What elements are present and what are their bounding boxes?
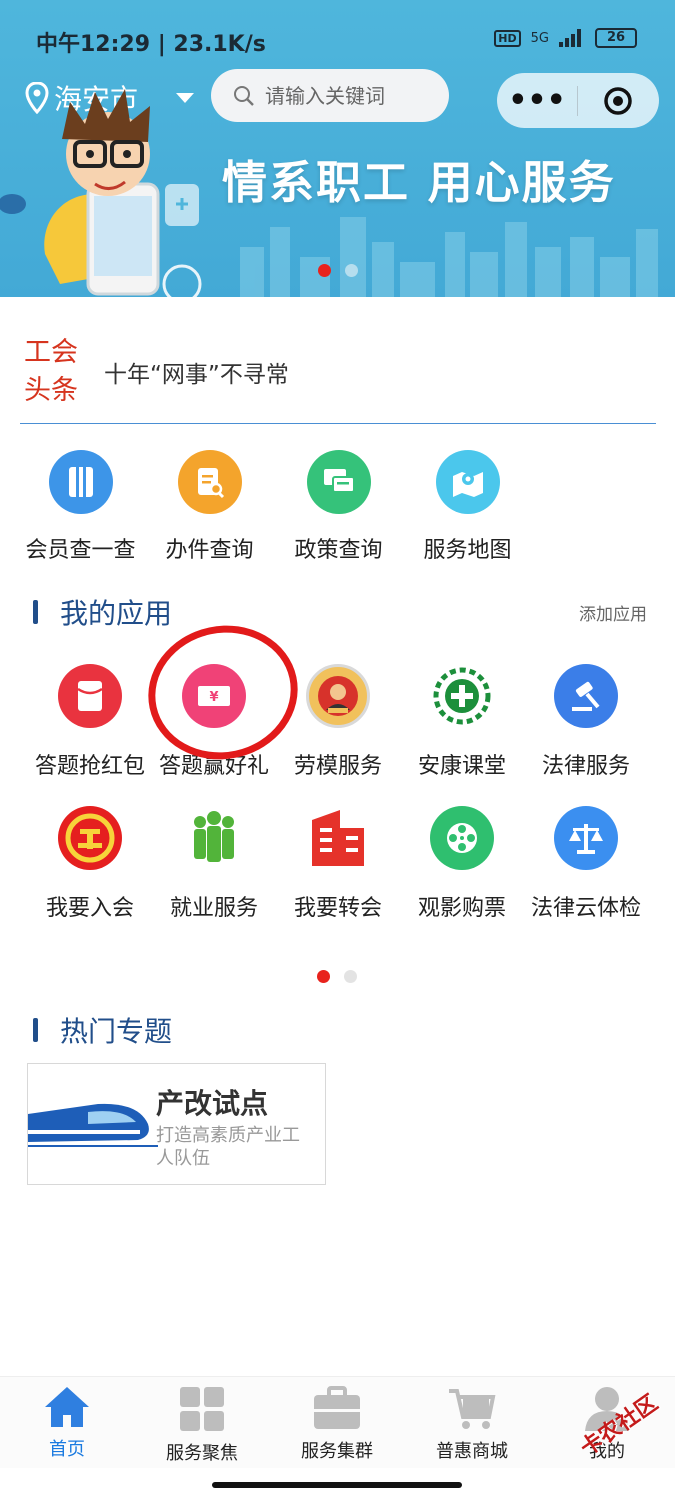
book-icon — [48, 450, 113, 514]
signal-icon — [559, 29, 581, 47]
banner-slogan: 情系职工 用心服务 — [222, 156, 616, 209]
hot-topic-card[interactable]: 产改试点 打造高素质产业工人队伍 — [27, 1063, 326, 1185]
status-icons: HD 5G 26 — [494, 28, 637, 48]
tab-label: 普惠商城 — [436, 1441, 508, 1462]
app-quiz-gift[interactable]: ¥ 答题赢好礼 — [152, 664, 276, 780]
app-label: 我要入会 — [45, 896, 134, 921]
network-label: 5G — [530, 30, 549, 46]
map-icon — [435, 450, 500, 514]
tab-label: 服务集群 — [301, 1441, 373, 1462]
hd-icon: HD — [494, 29, 521, 47]
app-transfer-union[interactable]: 我要转会 — [276, 806, 400, 922]
grid-icon — [180, 1387, 224, 1431]
app-movie-tickets[interactable]: 观影购票 — [400, 806, 524, 922]
headline-tag: 工会头条 — [24, 336, 78, 406]
headline-text[interactable]: 十年“网事”不寻常 — [104, 355, 289, 389]
quick-link-label: 服务地图 — [423, 538, 512, 563]
tab-service-cluster[interactable]: 服务集群 — [282, 1385, 392, 1463]
quick-link-label: 政策查询 — [294, 538, 383, 563]
home-indicator[interactable] — [212, 1482, 462, 1488]
app-label: 就业服务 — [169, 896, 258, 921]
app-employment-service[interactable]: 就业服务 — [152, 806, 276, 922]
app-legal-checkup[interactable]: 法律云体检 — [524, 806, 648, 922]
battery-icon: 26 — [595, 28, 637, 48]
section-marker — [33, 600, 38, 624]
status-time: 中午12:29 | 23.1K/s — [36, 32, 266, 57]
search-icon — [234, 85, 254, 106]
quick-link-case-query[interactable]: 办件查询 — [147, 450, 272, 564]
app-join-union[interactable]: 我要入会 — [28, 806, 152, 922]
topic-subtitle: 打造高素质产业工人队伍 — [156, 1125, 300, 1169]
chat-icon — [306, 450, 371, 514]
more-button[interactable]: ••• — [497, 85, 577, 115]
quick-link-member-check[interactable]: 会员查一查 — [18, 450, 143, 564]
bottom-tab-bar: 首页 服务聚焦 服务集群 普惠商城 我的 — [0, 1376, 675, 1468]
hot-topics-section-title: 热门专题 — [33, 1010, 172, 1050]
app-label: 法律服务 — [541, 754, 630, 779]
home-icon — [45, 1387, 89, 1427]
quick-links: 会员查一查 办件查询 政策查询 服务地图 — [0, 450, 675, 570]
gift-ticket-icon: ¥ — [182, 664, 246, 728]
app-label: 法律云体检 — [530, 896, 641, 921]
svg-text:¥: ¥ — [209, 690, 218, 705]
scales-icon — [554, 806, 618, 870]
pagination-dot — [344, 970, 357, 983]
top-banner[interactable]: 中午12:29 | 23.1K/s HD 5G 26 海安市 ••• — [0, 0, 675, 297]
union-emblem-icon — [58, 806, 122, 870]
close-miniprogram-button[interactable] — [578, 85, 658, 117]
cart-icon — [449, 1389, 496, 1429]
section-marker — [33, 1018, 38, 1042]
app-label: 劳模服务 — [293, 754, 382, 779]
search-input[interactable] — [265, 83, 435, 108]
app-label: 安康课堂 — [417, 754, 506, 779]
quick-link-policy-query[interactable]: 政策查询 — [276, 450, 401, 564]
app-model-worker-service[interactable]: 劳模服务 — [276, 664, 400, 780]
app-label: 答题赢好礼 — [158, 754, 269, 779]
red-envelope-icon — [58, 664, 122, 728]
my-apps-section-title: 我的应用 — [33, 592, 172, 632]
tab-home[interactable]: 首页 — [12, 1385, 122, 1461]
miniprogram-capsule: ••• — [497, 73, 659, 128]
topic-title: 产改试点 — [156, 1087, 269, 1120]
app-legal-service[interactable]: 法律服务 — [524, 664, 648, 780]
my-apps-grid: 答题抢红包 ¥ 答题赢好礼 劳模服务 安康课堂 法律服务 我要入会 就业服务 我… — [0, 660, 675, 940]
tab-label: 首页 — [49, 1439, 85, 1460]
clipboard-search-icon — [177, 450, 242, 514]
building-icon — [306, 806, 370, 870]
pagination-dot — [345, 264, 358, 277]
app-health-class[interactable]: 安康课堂 — [400, 664, 524, 780]
quick-link-label: 会员查一查 — [25, 538, 136, 563]
tab-service-focus[interactable]: 服务聚焦 — [147, 1385, 257, 1465]
app-label: 观影购票 — [417, 896, 506, 921]
model-worker-medal-icon — [306, 664, 370, 728]
target-icon — [604, 86, 632, 115]
quick-link-service-map[interactable]: 服务地图 — [405, 450, 530, 564]
section-title-text: 我的应用 — [60, 597, 173, 630]
tab-mall[interactable]: 普惠商城 — [417, 1385, 527, 1463]
gavel-icon — [554, 664, 618, 728]
app-label: 答题抢红包 — [34, 754, 145, 779]
pagination-dot-active — [318, 264, 331, 277]
headline-ticker[interactable]: 工会头条 十年“网事”不寻常 — [20, 320, 656, 424]
quick-link-label: 办件查询 — [165, 538, 254, 563]
app-quiz-red-envelope[interactable]: 答题抢红包 — [28, 664, 152, 780]
briefcase-icon — [314, 1386, 360, 1429]
app-label: 我要转会 — [293, 896, 382, 921]
banner-pagination — [318, 264, 358, 277]
health-cross-icon — [430, 664, 494, 728]
section-title-text: 热门专题 — [60, 1015, 173, 1048]
apps-pagination — [317, 970, 357, 983]
people-group-icon — [182, 806, 246, 870]
add-app-link[interactable]: 添加应用 — [579, 600, 647, 625]
tab-label: 服务聚焦 — [166, 1443, 238, 1464]
pagination-dot-active — [317, 970, 330, 983]
status-bar: 中午12:29 | 23.1K/s HD 5G 26 — [0, 0, 675, 60]
mascot-illustration — [0, 89, 202, 297]
search-bar[interactable] — [211, 69, 449, 122]
film-reel-icon — [430, 806, 494, 870]
